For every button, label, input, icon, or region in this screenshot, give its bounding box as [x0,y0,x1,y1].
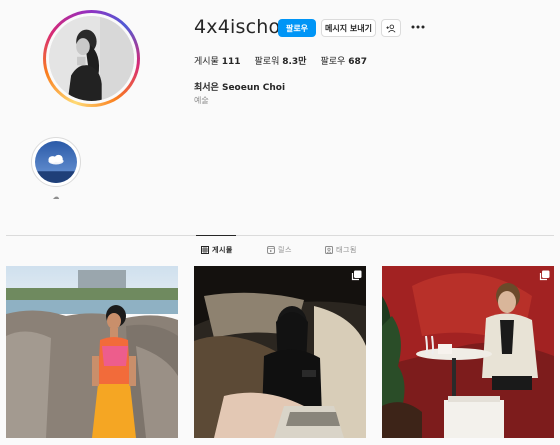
suggest-accounts-button[interactable] [381,19,401,37]
post-thumbnail[interactable] [382,266,554,438]
post-image-cafe [382,266,554,438]
tab-reels-label: 릴스 [278,246,292,254]
following-value: 687 [348,57,367,67]
highlight-label: ☁ [52,193,60,201]
tab-reels[interactable]: 릴스 [267,245,292,255]
profile-full-name: 최서은 Seoeun Choi [194,83,286,93]
followers-label: 팔로워 [254,57,280,67]
followers-count[interactable]: 팔로워 8.3만 [255,54,307,67]
tab-tagged[interactable]: 태그됨 [325,245,357,255]
profile-username: 4x4ischoi [194,16,286,38]
highlight-cover-image [35,141,77,183]
tab-posts[interactable]: 게시물 [201,245,233,255]
profile-stats: 게시물 111 팔로워 8.3만 팔로우 687 [194,54,381,67]
follow-button[interactable]: 팔로우 [278,19,316,37]
post-image-beach [6,266,178,438]
profile-avatar[interactable] [43,10,140,107]
tab-tagged-label: 태그됨 [336,246,357,254]
avatar-inner [46,13,137,104]
post-thumbnail[interactable] [6,266,178,438]
posts-label: 게시물 [194,57,219,67]
more-icon[interactable] [410,21,426,33]
story-highlight[interactable] [31,137,81,187]
grid-icon [201,246,209,254]
profile-category: 예술 [194,96,209,105]
reels-icon [267,246,275,254]
tag-icon [325,246,333,254]
posts-value: 111 [221,57,241,67]
multiple-photos-icon [539,270,550,281]
following-count[interactable]: 팔로우 687 [320,54,367,67]
avatar-photo [49,16,134,101]
post-image-car [194,266,366,438]
message-button[interactable]: 메시지 보내기 [321,19,376,37]
add-user-icon [386,24,396,33]
tabs-divider [6,235,554,236]
post-thumbnail[interactable] [194,266,366,438]
posts-count: 게시물 111 [194,54,241,67]
followers-value: 8.3만 [282,57,307,67]
multiple-photos-icon [351,270,362,281]
tab-posts-label: 게시물 [212,246,233,254]
following-label: 팔로우 [320,57,346,67]
active-tab-indicator [196,235,236,236]
